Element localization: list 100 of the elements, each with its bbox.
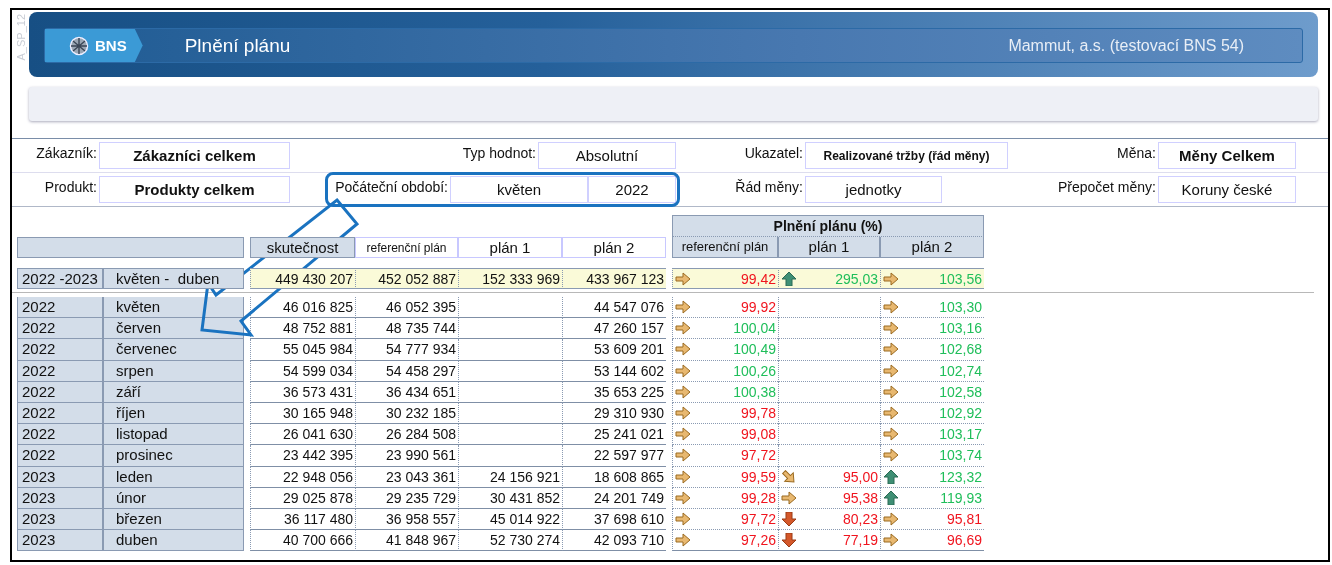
- table-cell: 23 442 395: [250, 445, 355, 467]
- percent-value: 95,81: [946, 510, 982, 527]
- percent-value: 80,23: [842, 510, 878, 527]
- filter-value[interactable]: Měny Celkem: [1158, 142, 1296, 169]
- percent-value: 123,32: [939, 468, 982, 485]
- table-cell: 48 752 881: [250, 318, 355, 340]
- percent-value: 97,72: [740, 510, 776, 527]
- filter-value[interactable]: Produkty celkem: [99, 176, 290, 203]
- table-cell: 24 156 921: [458, 466, 562, 488]
- table-cell: 29 025 878: [250, 487, 355, 509]
- percent-value: 97,26: [740, 532, 776, 549]
- group-header: Plnění plánu (%): [672, 215, 984, 237]
- filter-value[interactable]: jednotky: [805, 176, 942, 203]
- filter-label: Řád měny:: [735, 178, 804, 195]
- percent-value: 102,74: [939, 362, 982, 379]
- percent-value: 103,56: [939, 270, 982, 287]
- filter-label: Produkt:: [44, 178, 98, 195]
- month-cell: duben: [103, 530, 244, 552]
- year-cell: 2022 -2023: [17, 268, 103, 289]
- percent-value: 99,92: [740, 299, 776, 316]
- year-cell: 2022: [17, 339, 103, 361]
- table-cell: 36 958 557: [355, 508, 458, 531]
- filter-label: Zákazník:: [36, 144, 98, 161]
- percent-value: 102,58: [939, 383, 982, 400]
- month-cell: prosinec: [103, 445, 244, 467]
- month-cell: březen: [103, 508, 244, 531]
- table-cell: 30 431 852: [458, 487, 562, 509]
- column-header: referenční plán: [355, 237, 458, 258]
- filter-label: Měna:: [1117, 144, 1157, 161]
- percent-value: 77,19: [842, 532, 878, 549]
- filter-label: Počáteční období:: [335, 178, 449, 195]
- percent-value: 99,28: [740, 489, 776, 506]
- filter-value[interactable]: 2022: [588, 176, 676, 203]
- month-cell: listopad: [103, 424, 244, 446]
- table-cell: 29 310 930: [562, 402, 666, 425]
- table-cell: 47 260 157: [562, 318, 666, 340]
- percent-value: 99,59: [740, 468, 776, 485]
- table-cell: 52 730 274: [458, 530, 562, 552]
- table-cell: 54 599 034: [250, 360, 355, 382]
- percent-value: 100,26: [733, 362, 776, 379]
- percent-value: 95,00: [842, 468, 878, 485]
- table-cell: 46 052 395: [355, 297, 458, 319]
- percent-value: 99,08: [740, 426, 776, 443]
- table-cell: 45 014 922: [458, 508, 562, 531]
- filter-value[interactable]: Zákazníci celkem: [99, 142, 290, 169]
- percent-value: 99,78: [740, 405, 776, 422]
- filter-label: Přepočet měny:: [1057, 178, 1157, 195]
- page-title: Plnění plánu: [184, 34, 291, 57]
- table-cell: 41 848 967: [355, 530, 458, 552]
- month-cell: květen - duben: [103, 268, 244, 289]
- globe-icon: [69, 35, 89, 56]
- month-cell: červenec: [103, 339, 244, 361]
- logo-text: BNS: [95, 37, 127, 54]
- year-cell: 2023: [17, 466, 103, 488]
- table-cell: 18 608 865: [562, 466, 666, 488]
- table-cell: 452 052 887: [355, 268, 458, 289]
- percent-value: 97,72: [740, 447, 776, 464]
- table-cell: 54 777 934: [355, 339, 458, 361]
- month-cell: únor: [103, 487, 244, 509]
- year-cell: 2023: [17, 530, 103, 552]
- table-cell: 23 043 361: [355, 466, 458, 488]
- year-cell: 2022: [17, 297, 103, 319]
- column-header: skutečnost: [250, 237, 355, 258]
- table-cell: 433 967 123: [562, 268, 666, 289]
- year-cell: 2023: [17, 487, 103, 509]
- table-cell: 30 232 185: [355, 402, 458, 425]
- table-cell: 26 284 508: [355, 424, 458, 446]
- filter-label: Ukazatel:: [744, 144, 804, 161]
- filter-value[interactable]: květen: [450, 176, 588, 203]
- percent-value: 103,74: [939, 447, 982, 464]
- table-cell: 25 241 021: [562, 424, 666, 446]
- month-cell: červen: [103, 318, 244, 340]
- table-cell: 26 041 630: [250, 424, 355, 446]
- year-cell: 2022: [17, 445, 103, 467]
- filter-value[interactable]: Koruny české: [1158, 176, 1296, 203]
- percent-value: 102,92: [939, 405, 982, 422]
- percent-value: 103,17: [939, 426, 982, 443]
- percent-value: 99,42: [740, 270, 776, 287]
- month-cell: leden: [103, 466, 244, 488]
- year-cell: 2022: [17, 360, 103, 382]
- table-cell: 36 434 651: [355, 381, 458, 403]
- table-cell: 24 201 749: [562, 487, 666, 509]
- table-cell: 53 144 602: [562, 360, 666, 382]
- table-cell: 36 573 431: [250, 381, 355, 403]
- table-cell: 48 735 744: [355, 318, 458, 340]
- table-cell: 54 458 297: [355, 360, 458, 382]
- year-cell: 2022: [17, 318, 103, 340]
- filter-value[interactable]: Realizované tržby (řád měny): [805, 142, 1008, 169]
- table-cell: 30 165 948: [250, 402, 355, 425]
- column-header: referenční plán: [672, 237, 778, 258]
- table-cell: 35 653 225: [562, 381, 666, 403]
- year-cell: 2022: [17, 381, 103, 403]
- filter-value[interactable]: Absolutní: [538, 142, 676, 169]
- percent-value: 100,38: [733, 383, 776, 400]
- table-cell: 152 333 969: [458, 268, 562, 289]
- table-cell: 53 609 201: [562, 339, 666, 361]
- table-cell: 22 597 977: [562, 445, 666, 467]
- month-cell: květen: [103, 297, 244, 319]
- year-cell: 2022: [17, 402, 103, 425]
- year-cell: 2023: [17, 508, 103, 531]
